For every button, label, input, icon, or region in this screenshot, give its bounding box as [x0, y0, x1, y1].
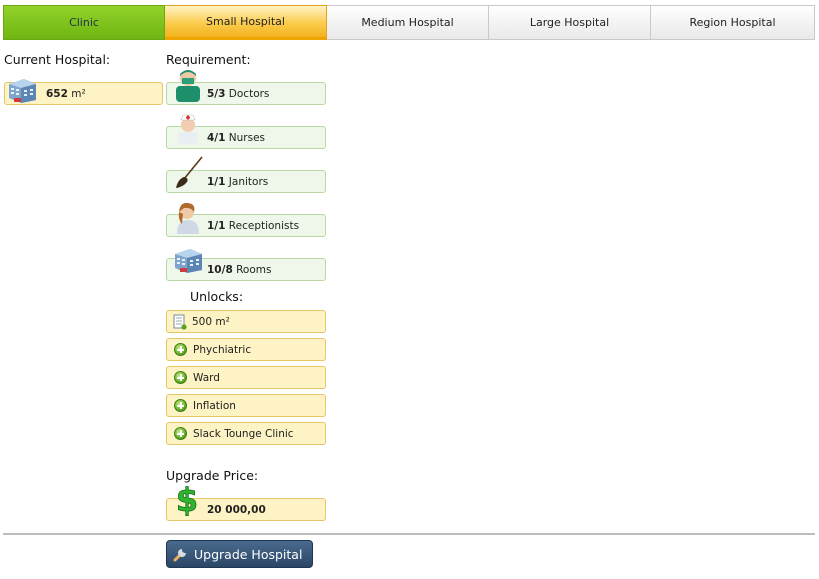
current-hospital-heading: Current Hospital: — [4, 52, 111, 67]
current-size-value: 652 — [46, 87, 68, 100]
hospital-building-icon — [175, 249, 202, 273]
receptionists-label: Receptionists — [228, 219, 300, 232]
upgrade-price-heading: Upgrade Price: — [166, 468, 259, 483]
janitors-label: Janitors — [228, 175, 269, 188]
nurses-label: Nurses — [228, 131, 266, 144]
unlock-slack-tounge-clinic: Slack Tounge Clinic — [166, 422, 326, 445]
unlock-inflation-label: Inflation — [193, 399, 236, 412]
unlock-phychiatric-label: Phychiatric — [193, 343, 252, 356]
rooms-label: Rooms — [236, 263, 272, 276]
floorplan-icon — [173, 314, 187, 330]
tab-region-hospital[interactable]: Region Hospital — [651, 5, 815, 40]
tab-large-hospital[interactable]: Large Hospital — [489, 5, 651, 40]
receptionists-count: 1/1 — [207, 219, 226, 232]
unlocks-heading: Unlocks: — [190, 289, 244, 304]
current-size-unit: m² — [71, 87, 86, 100]
unlock-inflation: Inflation — [166, 394, 326, 417]
divider — [3, 533, 815, 535]
unlock-area: 500 m² — [166, 310, 326, 333]
plus-icon — [174, 399, 187, 412]
requirement-heading: Requirement: — [166, 52, 251, 67]
doctors-label: Doctors — [228, 87, 270, 100]
hospital-building-icon — [9, 79, 36, 103]
receptionist-icon — [177, 202, 199, 234]
upgrade-price-value: 20 000,00 — [207, 503, 266, 516]
unlock-ward: Ward — [166, 366, 326, 389]
dollar-icon: $ — [175, 482, 198, 516]
broom-icon — [176, 156, 203, 188]
upgrade-hospital-button[interactable]: Upgrade Hospital — [166, 540, 313, 568]
janitors-count: 1/1 — [207, 175, 226, 188]
tab-medium-hospital[interactable]: Medium Hospital — [327, 5, 489, 40]
unlock-ward-label: Ward — [193, 371, 220, 384]
nurses-count: 4/1 — [207, 131, 226, 144]
doctors-count: 5/3 — [207, 87, 226, 100]
unlock-phychiatric: Phychiatric — [166, 338, 326, 361]
wrench-icon — [173, 549, 186, 562]
rooms-count: 10/8 — [207, 263, 233, 276]
doctor-icon — [176, 70, 200, 102]
plus-icon — [174, 427, 187, 440]
nurse-icon — [178, 114, 198, 144]
plus-icon — [174, 371, 187, 384]
tab-clinic[interactable]: Clinic — [3, 5, 165, 40]
plus-icon — [174, 343, 187, 356]
hospital-level-tabs: Clinic Small Hospital Medium Hospital La… — [3, 5, 815, 41]
svg-text:$: $ — [176, 482, 198, 516]
unlock-slack-tounge-clinic-label: Slack Tounge Clinic — [193, 427, 294, 440]
tab-small-hospital[interactable]: Small Hospital — [165, 5, 327, 40]
upgrade-hospital-label: Upgrade Hospital — [194, 546, 303, 562]
unlock-area-label: 500 m² — [192, 315, 230, 328]
